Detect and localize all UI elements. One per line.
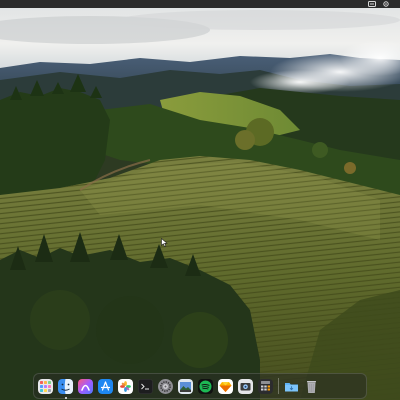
arc-browser-icon xyxy=(78,378,93,394)
dock-item-arc[interactable] xyxy=(78,378,93,394)
dock-item-screenshot[interactable] xyxy=(238,378,253,394)
spotify-icon xyxy=(198,378,213,394)
dock-item-terminal[interactable] xyxy=(138,378,153,394)
dock-item-spotify[interactable] xyxy=(198,378,213,394)
dock-item-app-store[interactable] xyxy=(98,378,113,394)
dock-item-finder[interactable] xyxy=(58,378,73,399)
app-store-icon xyxy=(98,378,113,394)
dock-item-system-settings[interactable] xyxy=(158,378,173,394)
terminal-icon xyxy=(138,378,153,394)
settings-gear-icon xyxy=(158,378,173,394)
dock-item-launchpad[interactable] xyxy=(38,378,53,394)
menu-bar xyxy=(0,0,400,8)
dock-item-trash[interactable] xyxy=(304,379,319,394)
launchpad-icon xyxy=(38,378,53,394)
finder-icon xyxy=(58,378,73,394)
dock-item-sketch[interactable] xyxy=(218,378,233,394)
dock xyxy=(33,373,367,399)
running-indicator xyxy=(64,396,67,399)
desktop-wallpaper xyxy=(0,0,400,400)
preview-icon xyxy=(178,378,193,394)
trash-icon xyxy=(304,379,319,394)
dock-separator xyxy=(278,378,279,394)
wallpaper-vineyard-landscape xyxy=(0,0,400,400)
dock-item-preview[interactable] xyxy=(178,378,193,394)
dock-item-photos[interactable] xyxy=(118,378,133,394)
calculator-icon xyxy=(258,378,273,394)
mouse-pointer-icon xyxy=(161,232,168,251)
photos-icon xyxy=(118,378,133,394)
menu-extra-icon[interactable] xyxy=(368,1,376,7)
dock-item-downloads[interactable] xyxy=(284,379,299,394)
folder-icon xyxy=(284,379,299,394)
control-center-icon[interactable] xyxy=(382,1,390,7)
sketch-icon xyxy=(218,378,233,394)
screenshot-icon xyxy=(238,378,253,394)
dock-item-calculator[interactable] xyxy=(258,378,273,394)
